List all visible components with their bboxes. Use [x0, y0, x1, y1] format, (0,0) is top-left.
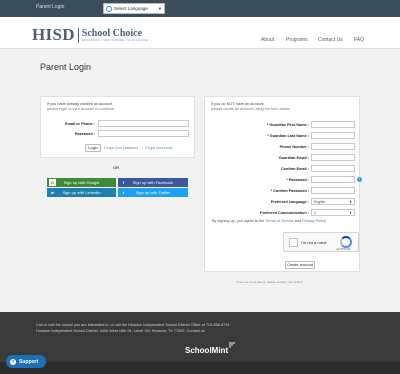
- terms-notice: By signing up, you agree to the Terms of…: [212, 219, 326, 223]
- logo-school-choice: School Choice: [81, 27, 143, 39]
- preferred-language-select[interactable]: English ⬍: [311, 198, 355, 205]
- recaptcha-checkbox[interactable]: [289, 238, 298, 247]
- last-name-label: * Guardian Last Name :: [267, 134, 309, 138]
- site-header: HISD School Choice EDUCATION. YOUR FUTUR…: [0, 17, 400, 49]
- nav-about[interactable]: About: [261, 37, 274, 43]
- last-name-input[interactable]: [311, 132, 355, 139]
- nav-faq[interactable]: FAQ: [354, 37, 364, 43]
- linkedin-signup-button[interactable]: in Sign up with LinkedIn: [47, 188, 116, 197]
- logo-divider: [77, 27, 79, 43]
- password-label: * Password :: [286, 178, 309, 182]
- guardian-email-input[interactable]: [311, 154, 355, 161]
- confirm-password-input[interactable]: [311, 187, 355, 194]
- schoolmint-logo[interactable]: SchoolMint: [185, 342, 235, 355]
- email-label: Email or Phone :: [65, 122, 95, 126]
- google-signup-label: Sign up with Google: [63, 180, 100, 185]
- first-name-input[interactable]: [311, 121, 355, 128]
- twitter-signup-label: Sign up with Twitter: [135, 190, 171, 195]
- question-icon: ?: [10, 358, 16, 365]
- info-icon[interactable]: i: [357, 177, 362, 182]
- site-footer: Call or visit the school you are interes…: [0, 312, 400, 374]
- support-button[interactable]: ? Support: [6, 355, 46, 368]
- linkedin-icon: in: [50, 190, 55, 195]
- password-label: Password :: [74, 132, 95, 136]
- twitter-icon: t: [122, 190, 125, 195]
- tos-prefix: By signing up, you agree to the: [212, 219, 265, 223]
- parent-login-link[interactable]: Parent Login: [36, 4, 64, 10]
- create-account-button[interactable]: Create account: [285, 261, 315, 269]
- logo-hisd: HISD: [32, 25, 75, 44]
- google-icon: G: [49, 179, 56, 186]
- recaptcha-label: I'm not a robot: [301, 240, 327, 245]
- login-panel: If you have already created an account p…: [40, 96, 195, 158]
- facebook-icon: f: [122, 180, 125, 185]
- confirm-password-label: * Confirm Password :: [270, 189, 309, 193]
- register-password-input[interactable]: [311, 176, 355, 183]
- logo-tagline: EDUCATION. YOUR FUTURE. YOUR CHOICE.: [81, 37, 149, 42]
- linkedin-signup-label: Sign up with LinkedIn: [62, 190, 101, 195]
- guardian-email-label: Guardian Email :: [278, 156, 309, 160]
- privacy-policy-link[interactable]: Privacy Policy: [302, 219, 326, 223]
- tos-and: and: [294, 219, 302, 223]
- support-label: Support: [19, 358, 39, 365]
- top-bar: Parent Login Select Language ▼: [0, 0, 400, 17]
- login-intro-2: please login to your account to continue: [47, 107, 114, 111]
- login-intro-1: If you have already created an account: [47, 102, 113, 106]
- nav-contact-us[interactable]: Contact Us: [318, 37, 343, 43]
- terms-of-service-link[interactable]: Terms of Service: [265, 219, 293, 223]
- schoolmint-label: SchoolMint: [185, 346, 229, 355]
- register-intro-1: If you do NOT have an account: [211, 102, 264, 106]
- preferred-communication-label: Preferred Communication :: [260, 211, 309, 215]
- recaptcha-logo-icon: [340, 236, 352, 248]
- chevron-down-icon: ⬍: [349, 211, 352, 215]
- preferred-language-label: Preferred Language :: [270, 200, 309, 204]
- email-input[interactable]: [98, 120, 189, 127]
- page-title: Parent Login: [40, 62, 92, 72]
- footer-bottom-bar: [0, 362, 400, 374]
- preferred-communication-value: 1: [314, 211, 316, 215]
- phone-label: Phone Number :: [279, 145, 309, 149]
- twitter-signup-button[interactable]: t Sign up with Twitter: [118, 188, 188, 197]
- language-select-label: Select Language: [114, 6, 148, 11]
- forgot-password-link[interactable]: Forgot your password: [104, 146, 138, 150]
- facebook-signup-label: Sign up with Facebook: [132, 180, 174, 185]
- confirm-email-input[interactable]: [311, 165, 355, 172]
- language-select[interactable]: Select Language ▼: [103, 3, 165, 14]
- phone-input[interactable]: [311, 143, 355, 150]
- preferred-communication-select[interactable]: 1 ⬍: [311, 209, 355, 216]
- chevron-down-icon: ▼: [158, 6, 162, 11]
- first-name-label: * Guardian First Name :: [266, 123, 309, 127]
- recaptcha-brand: reCAPTCHA: [336, 248, 351, 251]
- facebook-signup-button[interactable]: f Sign up with Facebook: [118, 178, 188, 187]
- footer-line-1: Call or visit the school you are interes…: [36, 323, 231, 327]
- password-input[interactable]: [98, 130, 189, 137]
- register-intro-2: please create an account using the form …: [211, 107, 291, 111]
- confirm-email-label: Confirm Email :: [280, 167, 309, 171]
- recaptcha-widget: I'm not a robot reCAPTCHA: [283, 232, 359, 252]
- google-translate-icon: [106, 5, 112, 12]
- preferred-language-value: English: [314, 200, 326, 204]
- forgot-email-link[interactable]: Forgot your email: [145, 146, 172, 150]
- footer-line-2: Houston Independent School District, 440…: [36, 329, 205, 333]
- or-separator: OR: [113, 165, 119, 170]
- hisd-logo[interactable]: HISD School Choice EDUCATION. YOUR FUTUR…: [32, 25, 149, 45]
- chevron-down-icon: ⬍: [349, 200, 352, 204]
- schoolmint-dots-icon: [229, 342, 235, 348]
- non-parent-note[interactable]: If you are not a parent, please contact …: [236, 280, 303, 284]
- login-button[interactable]: Login: [85, 144, 101, 152]
- google-signup-button[interactable]: G Sign up with Google: [47, 178, 116, 187]
- nav-programs[interactable]: Programs: [286, 37, 308, 43]
